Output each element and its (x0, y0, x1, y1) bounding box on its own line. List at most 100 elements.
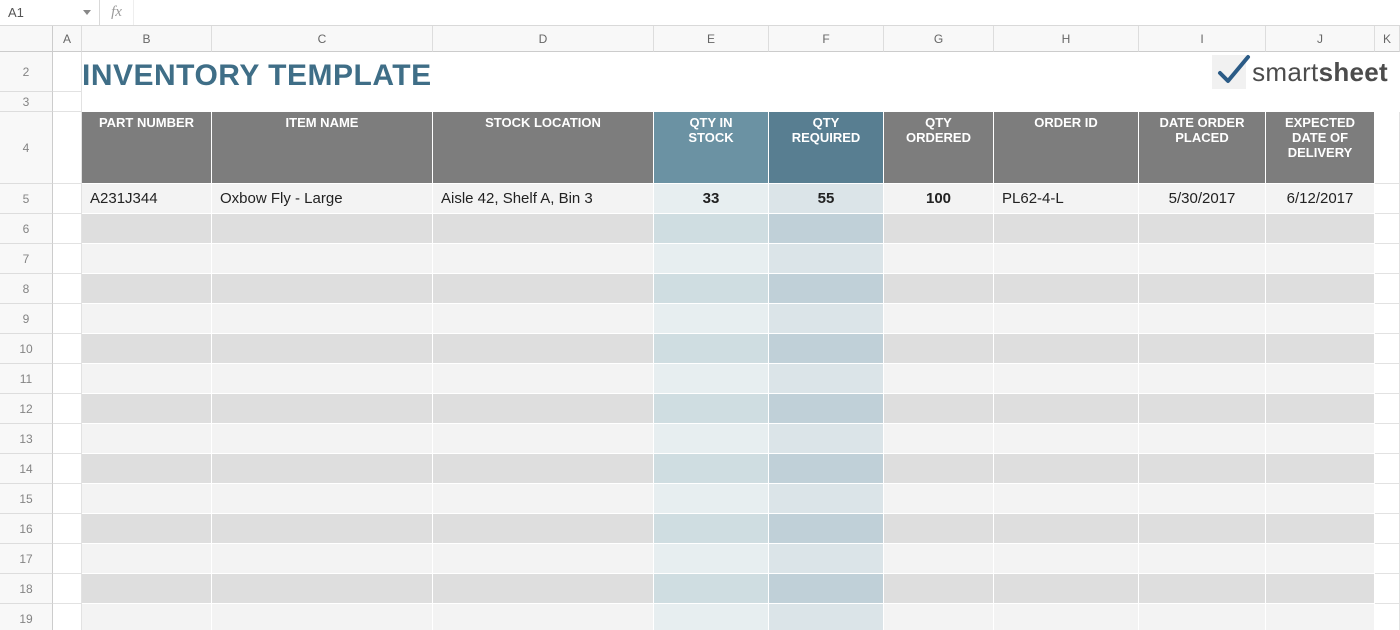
cell-qty_required[interactable] (769, 424, 884, 454)
cell[interactable] (1375, 112, 1400, 184)
col-header-H[interactable]: H (994, 26, 1139, 52)
cell-expected_delivery[interactable] (1266, 454, 1375, 484)
cell-date_order_placed[interactable] (1139, 364, 1266, 394)
row-header[interactable]: 16 (0, 514, 53, 544)
formula-input[interactable] (134, 0, 1400, 25)
cell-qty_ordered[interactable] (884, 304, 994, 334)
cell-stock_location[interactable] (433, 544, 654, 574)
cell-part_number[interactable] (82, 574, 212, 604)
cell-order_id[interactable] (994, 454, 1139, 484)
cell-stock_location[interactable] (433, 484, 654, 514)
cell-qty_in_stock[interactable] (654, 304, 769, 334)
cell-order_id[interactable] (994, 514, 1139, 544)
cell-qty_in_stock[interactable] (654, 544, 769, 574)
cell[interactable] (53, 92, 82, 112)
cell-part_number[interactable] (82, 214, 212, 244)
th-item-name[interactable]: ITEM NAME (212, 112, 433, 184)
cell[interactable] (53, 514, 82, 544)
th-qty-required[interactable]: QTY REQUIRED (769, 112, 884, 184)
cell-expected_delivery[interactable] (1266, 304, 1375, 334)
cell-order_id[interactable] (994, 424, 1139, 454)
cell[interactable] (53, 274, 82, 304)
cell-date_order_placed[interactable] (1139, 604, 1266, 630)
th-qty-in-stock[interactable]: QTY IN STOCK (654, 112, 769, 184)
cell-stock_location[interactable] (433, 274, 654, 304)
cell[interactable] (53, 52, 82, 92)
cell[interactable] (1375, 454, 1400, 484)
cell-order_id[interactable] (994, 394, 1139, 424)
cell-order_id[interactable] (994, 334, 1139, 364)
cell-item_name[interactable] (212, 244, 433, 274)
row-header[interactable]: 7 (0, 244, 53, 274)
col-header-J[interactable]: J (1266, 26, 1375, 52)
cell-order_id[interactable] (994, 274, 1139, 304)
cell-qty_required[interactable] (769, 334, 884, 364)
cell-stock_location[interactable] (433, 424, 654, 454)
row-header[interactable]: 6 (0, 214, 53, 244)
cell[interactable] (53, 244, 82, 274)
cell-order_id[interactable] (994, 304, 1139, 334)
cell-qty_required[interactable] (769, 304, 884, 334)
page-title-cell[interactable]: INVENTORY TEMPLATE (82, 52, 1044, 92)
cell-expected_delivery[interactable] (1266, 604, 1375, 630)
fx-icon[interactable]: fx (100, 0, 134, 25)
cell-order_id[interactable] (994, 214, 1139, 244)
cell-date_order_placed[interactable] (1139, 484, 1266, 514)
row-header[interactable]: 13 (0, 424, 53, 454)
cell-part_number[interactable] (82, 364, 212, 394)
cell[interactable] (1375, 604, 1400, 630)
cell[interactable] (1375, 364, 1400, 394)
cell-qty_ordered[interactable] (884, 514, 994, 544)
th-date-order-placed[interactable]: DATE ORDER PLACED (1139, 112, 1266, 184)
cell-qty_in_stock[interactable] (654, 214, 769, 244)
cell-qty_required[interactable] (769, 514, 884, 544)
cell[interactable] (53, 112, 82, 184)
cell-part_number[interactable] (82, 604, 212, 630)
cell[interactable] (1375, 394, 1400, 424)
cell-order_id[interactable] (994, 544, 1139, 574)
cell-qty_ordered[interactable] (884, 334, 994, 364)
cell-qty_in_stock[interactable]: 33 (654, 184, 769, 214)
cell-qty_ordered[interactable] (884, 604, 994, 630)
row-header[interactable]: 17 (0, 544, 53, 574)
cell-item_name[interactable] (212, 484, 433, 514)
cell-qty_in_stock[interactable] (654, 334, 769, 364)
cell-qty_in_stock[interactable] (654, 364, 769, 394)
cell[interactable] (53, 484, 82, 514)
cell-qty_required[interactable] (769, 274, 884, 304)
cell-expected_delivery[interactable] (1266, 424, 1375, 454)
cell[interactable] (1375, 334, 1400, 364)
cell-order_id[interactable] (994, 574, 1139, 604)
row-header[interactable]: 19 (0, 604, 53, 630)
cell[interactable] (53, 454, 82, 484)
cell-qty_required[interactable] (769, 544, 884, 574)
row-header[interactable]: 12 (0, 394, 53, 424)
cell[interactable] (1375, 214, 1400, 244)
cell-part_number[interactable] (82, 274, 212, 304)
row-header[interactable]: 18 (0, 574, 53, 604)
cell-stock_location[interactable] (433, 394, 654, 424)
cell-stock_location[interactable] (433, 244, 654, 274)
cell-qty_ordered[interactable] (884, 574, 994, 604)
cell-qty_required[interactable] (769, 484, 884, 514)
cell-expected_delivery[interactable] (1266, 394, 1375, 424)
cell[interactable] (1375, 544, 1400, 574)
cell[interactable] (1375, 304, 1400, 334)
th-expected-delivery[interactable]: EXPECTED DATE OF DELIVERY (1266, 112, 1375, 184)
logo-cell[interactable]: smartsheet (1044, 52, 1400, 92)
col-header-K[interactable]: K (1375, 26, 1400, 52)
cell-expected_delivery[interactable] (1266, 544, 1375, 574)
cell-date_order_placed[interactable] (1139, 424, 1266, 454)
cell-item_name[interactable] (212, 574, 433, 604)
chevron-down-icon[interactable] (83, 10, 91, 15)
cell[interactable] (1375, 484, 1400, 514)
cell-part_number[interactable] (82, 304, 212, 334)
cell-part_number[interactable] (82, 544, 212, 574)
cell-stock_location[interactable] (433, 454, 654, 484)
cell-qty_required[interactable] (769, 244, 884, 274)
spreadsheet-grid[interactable]: 2 3 4 5 6 7 8 9 10 11 12 13 14 15 16 17 … (0, 52, 1400, 630)
cell-qty_ordered[interactable] (884, 364, 994, 394)
name-box[interactable]: A1 (0, 0, 100, 25)
cell[interactable] (1375, 244, 1400, 274)
cell-qty_required[interactable] (769, 454, 884, 484)
